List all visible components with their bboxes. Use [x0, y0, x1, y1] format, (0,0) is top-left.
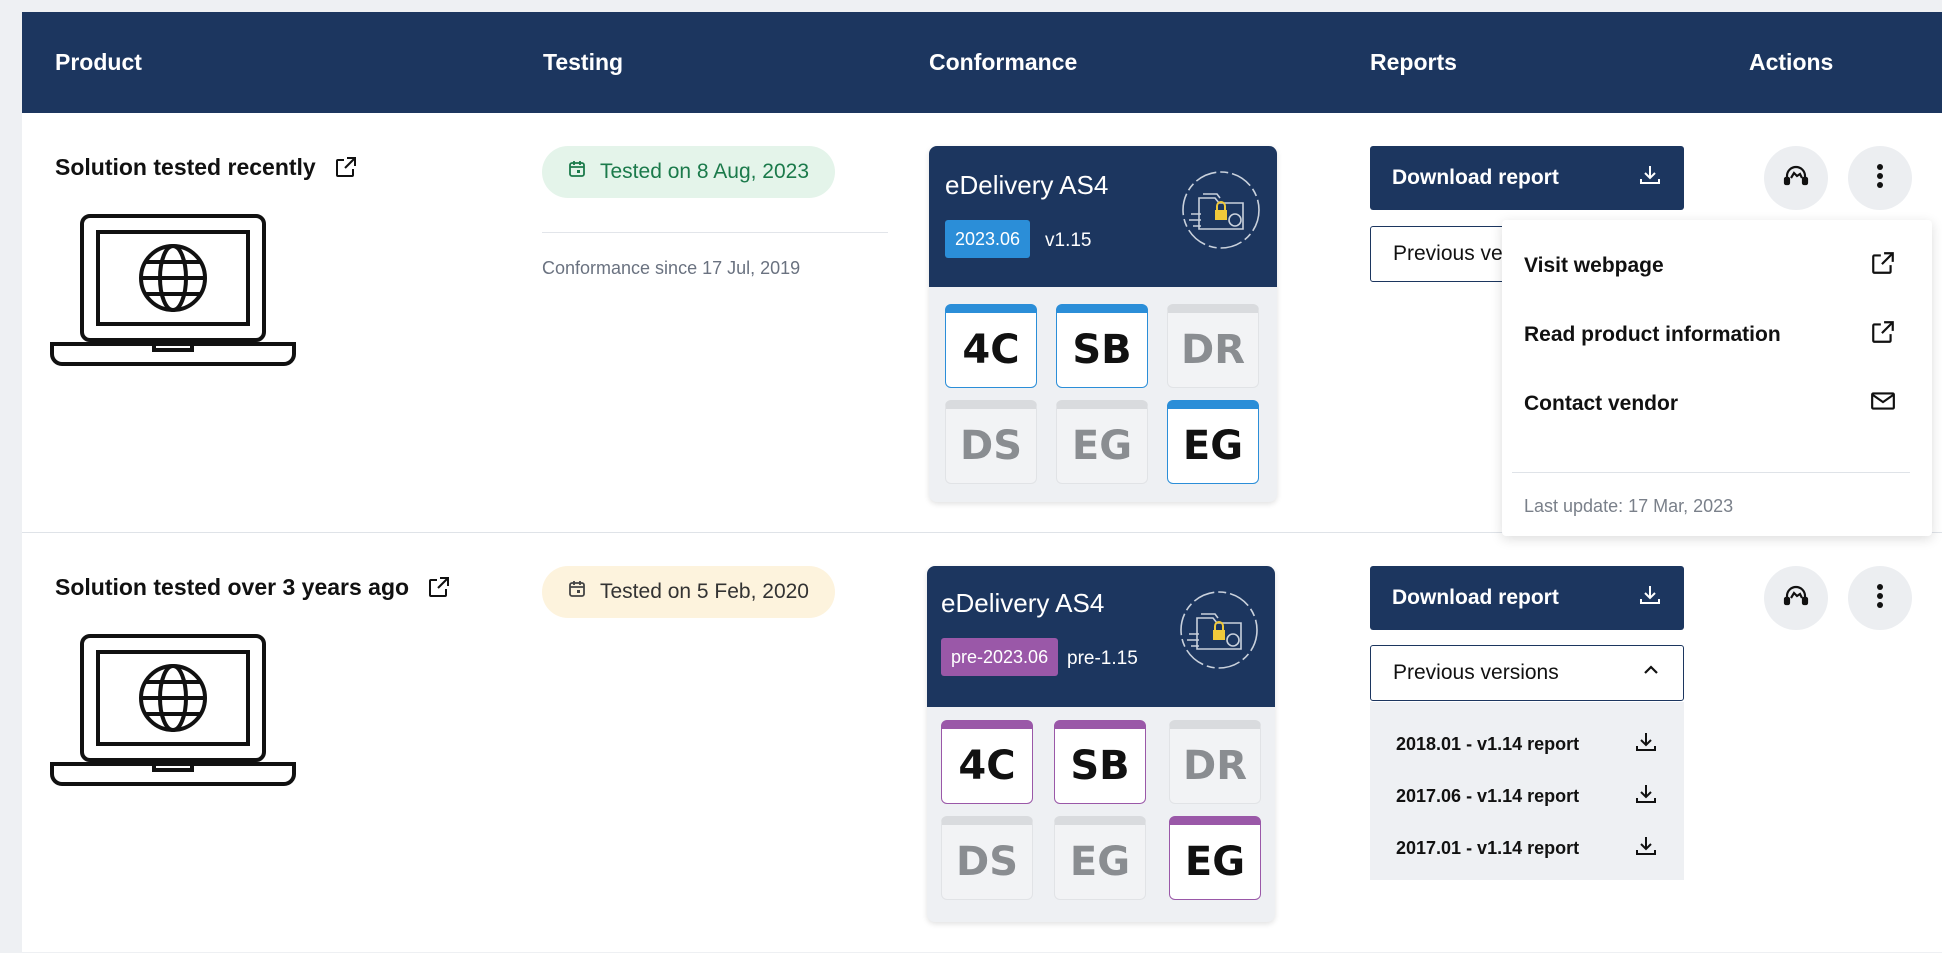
- external-link-icon[interactable]: [334, 155, 358, 185]
- previous-version-label: 2017.06 - v1.14 report: [1396, 786, 1580, 806]
- previous-version-label: 2018.01 - v1.14 report: [1396, 734, 1580, 754]
- profile-tile-eg-active[interactable]: EG: [1167, 400, 1259, 484]
- header-conformance: Conformance: [929, 49, 1078, 75]
- conformance-profile-badge: pre-2023.06: [941, 638, 1059, 676]
- menu-item-read-product-information[interactable]: Read product information: [1524, 319, 1896, 351]
- product-name: Solution tested recently: [55, 154, 316, 180]
- download-report-label: Download report: [1392, 166, 1559, 189]
- headset-icon: [1782, 162, 1810, 195]
- kebab-menu-icon: [1876, 163, 1884, 194]
- last-update-text: Last update: 17 Mar, 2023: [1524, 496, 1734, 516]
- calendar-icon: [568, 160, 586, 184]
- profile-tile-4c[interactable]: 4C: [945, 304, 1037, 388]
- conformance-version: v1.15: [1045, 230, 1092, 251]
- support-button[interactable]: [1764, 566, 1828, 630]
- table-header: Product Testing Conformance Reports Acti…: [22, 12, 1942, 113]
- conformance-card[interactable]: eDelivery AS4 2023.06 v1.15 4C SB DR DS …: [929, 146, 1277, 502]
- headset-icon: [1782, 582, 1810, 615]
- previous-version-item[interactable]: 2017.01 - v1.14 report: [1396, 834, 1658, 863]
- more-actions-button[interactable]: [1848, 566, 1912, 630]
- conformance-card[interactable]: eDelivery AS4 pre-2023.06 pre-1.15 4C SB…: [927, 566, 1275, 922]
- download-icon: [1638, 583, 1662, 613]
- conformance-card-header: eDelivery AS4 2023.06 v1.15: [929, 146, 1277, 287]
- products-table: Product Testing Conformance Reports Acti…: [22, 12, 1942, 952]
- previous-version-item[interactable]: 2017.06 - v1.14 report: [1396, 782, 1658, 811]
- calendar-icon: [568, 580, 586, 604]
- conformance-since: Conformance since 17 Jul, 2019: [542, 258, 801, 278]
- download-report-button[interactable]: Download report: [1370, 566, 1684, 630]
- profile-tile-eg-active[interactable]: EG: [1169, 816, 1261, 900]
- tested-date-text: Tested on 5 Feb, 2020: [600, 580, 809, 603]
- secure-folder-logo-icon: [1179, 168, 1263, 257]
- menu-item-label: Visit webpage: [1524, 254, 1664, 277]
- divider: [542, 232, 888, 233]
- conformance-title: eDelivery AS4: [945, 170, 1109, 200]
- conformance-profile-badge: 2023.06: [945, 220, 1031, 258]
- external-link-icon: [1870, 319, 1896, 351]
- menu-item-label: Read product information: [1524, 323, 1781, 346]
- chevron-up-icon: [1641, 660, 1661, 686]
- external-link-icon[interactable]: [427, 575, 451, 605]
- profile-tile-ds[interactable]: DS: [941, 816, 1033, 900]
- download-icon: [1634, 834, 1658, 863]
- tested-date-badge: Tested on 8 Aug, 2023: [542, 146, 836, 198]
- previous-versions-label: Previous versions: [1393, 661, 1559, 684]
- profile-tile-ds[interactable]: DS: [945, 400, 1037, 484]
- previous-version-label: 2017.01 - v1.14 report: [1396, 838, 1580, 858]
- header-reports: Reports: [1370, 49, 1457, 75]
- download-report-button[interactable]: Download report: [1370, 146, 1684, 210]
- previous-version-item[interactable]: 2018.01 - v1.14 report: [1396, 730, 1658, 759]
- download-icon: [1638, 163, 1662, 193]
- profile-tile-sb[interactable]: SB: [1056, 304, 1148, 388]
- profile-tile-eg-inactive[interactable]: EG: [1056, 400, 1148, 484]
- external-link-icon: [1870, 250, 1896, 282]
- laptop-globe-icon: [50, 212, 296, 379]
- download-report-label: Download report: [1392, 586, 1559, 609]
- header-actions: Actions: [1749, 49, 1834, 75]
- download-icon: [1634, 730, 1658, 759]
- support-button[interactable]: [1764, 146, 1828, 210]
- laptop-globe-icon: [50, 632, 296, 799]
- conformance-title: eDelivery AS4: [941, 588, 1105, 618]
- menu-item-label: Contact vendor: [1524, 392, 1679, 415]
- profile-tile-dr[interactable]: DR: [1169, 720, 1261, 804]
- product-name: Solution tested over 3 years ago: [55, 574, 410, 600]
- kebab-menu-icon: [1876, 583, 1884, 614]
- mail-icon: [1870, 388, 1896, 420]
- more-actions-button[interactable]: [1848, 146, 1912, 210]
- profile-tile-sb[interactable]: SB: [1054, 720, 1146, 804]
- conformance-version: pre-1.15: [1067, 648, 1138, 669]
- tested-date-badge: Tested on 5 Feb, 2020: [542, 566, 835, 618]
- menu-divider: [1512, 472, 1910, 473]
- menu-item-contact-vendor[interactable]: Contact vendor: [1524, 388, 1896, 420]
- download-icon: [1634, 782, 1658, 811]
- profile-tile-eg-inactive[interactable]: EG: [1054, 816, 1146, 900]
- conformance-card-header: eDelivery AS4 pre-2023.06 pre-1.15: [927, 566, 1275, 707]
- product-title: Solution tested recently: [55, 154, 358, 185]
- profile-tile-dr[interactable]: DR: [1167, 304, 1259, 388]
- profile-tile-4c[interactable]: 4C: [941, 720, 1033, 804]
- previous-versions-list: 2018.01 - v1.14 report 2017.06 - v1.14 r…: [1370, 702, 1684, 880]
- product-title: Solution tested over 3 years ago: [55, 574, 451, 605]
- header-testing: Testing: [543, 49, 624, 75]
- header-product: Product: [55, 49, 142, 75]
- menu-item-visit-webpage[interactable]: Visit webpage: [1524, 250, 1896, 282]
- tested-date-text: Tested on 8 Aug, 2023: [600, 160, 810, 183]
- previous-versions-button[interactable]: Previous versions: [1370, 645, 1684, 701]
- secure-folder-logo-icon: [1177, 588, 1261, 677]
- actions-dropdown-menu: Visit webpage Read product information C…: [1502, 220, 1932, 536]
